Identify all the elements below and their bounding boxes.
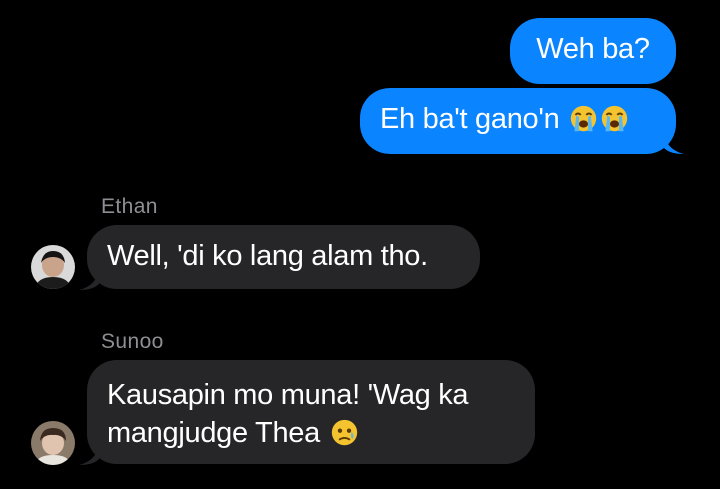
- outgoing-message-bubble[interactable]: Weh ba?: [510, 18, 676, 84]
- avatar[interactable]: [31, 245, 75, 289]
- outgoing-message-bubble[interactable]: Eh ba't gano'n: [360, 88, 676, 154]
- bubble-tail: [79, 445, 99, 465]
- sender-name: Sunoo: [101, 330, 164, 353]
- bubble-tail: [79, 270, 99, 290]
- incoming-message-bubble[interactable]: Kausapin mo muna! 'Wag ka mangjudge Thea: [87, 360, 535, 464]
- bubble-tail: [664, 134, 684, 154]
- message-text: Well, 'di ko lang alam tho.: [107, 240, 428, 272]
- loudly-crying-face-icon: [571, 105, 597, 132]
- message-text: Weh ba?: [536, 33, 650, 65]
- avatar-image: [31, 245, 75, 289]
- avatar[interactable]: [31, 421, 75, 465]
- message-thread: Weh ba? Eh ba't gano'n Ethan Well, 'di k…: [0, 0, 720, 489]
- message-text-line: Kausapin mo muna! 'Wag ka: [107, 379, 469, 411]
- face-holding-back-tears-icon: [331, 419, 357, 446]
- message-text: Eh ba't gano'n: [380, 103, 560, 135]
- sender-name: Ethan: [101, 195, 158, 218]
- incoming-message-bubble[interactable]: Well, 'di ko lang alam tho.: [87, 225, 480, 289]
- loudly-crying-face-icon: [602, 105, 628, 132]
- avatar-image: [31, 421, 75, 465]
- message-text-line: mangjudge Thea: [107, 414, 515, 452]
